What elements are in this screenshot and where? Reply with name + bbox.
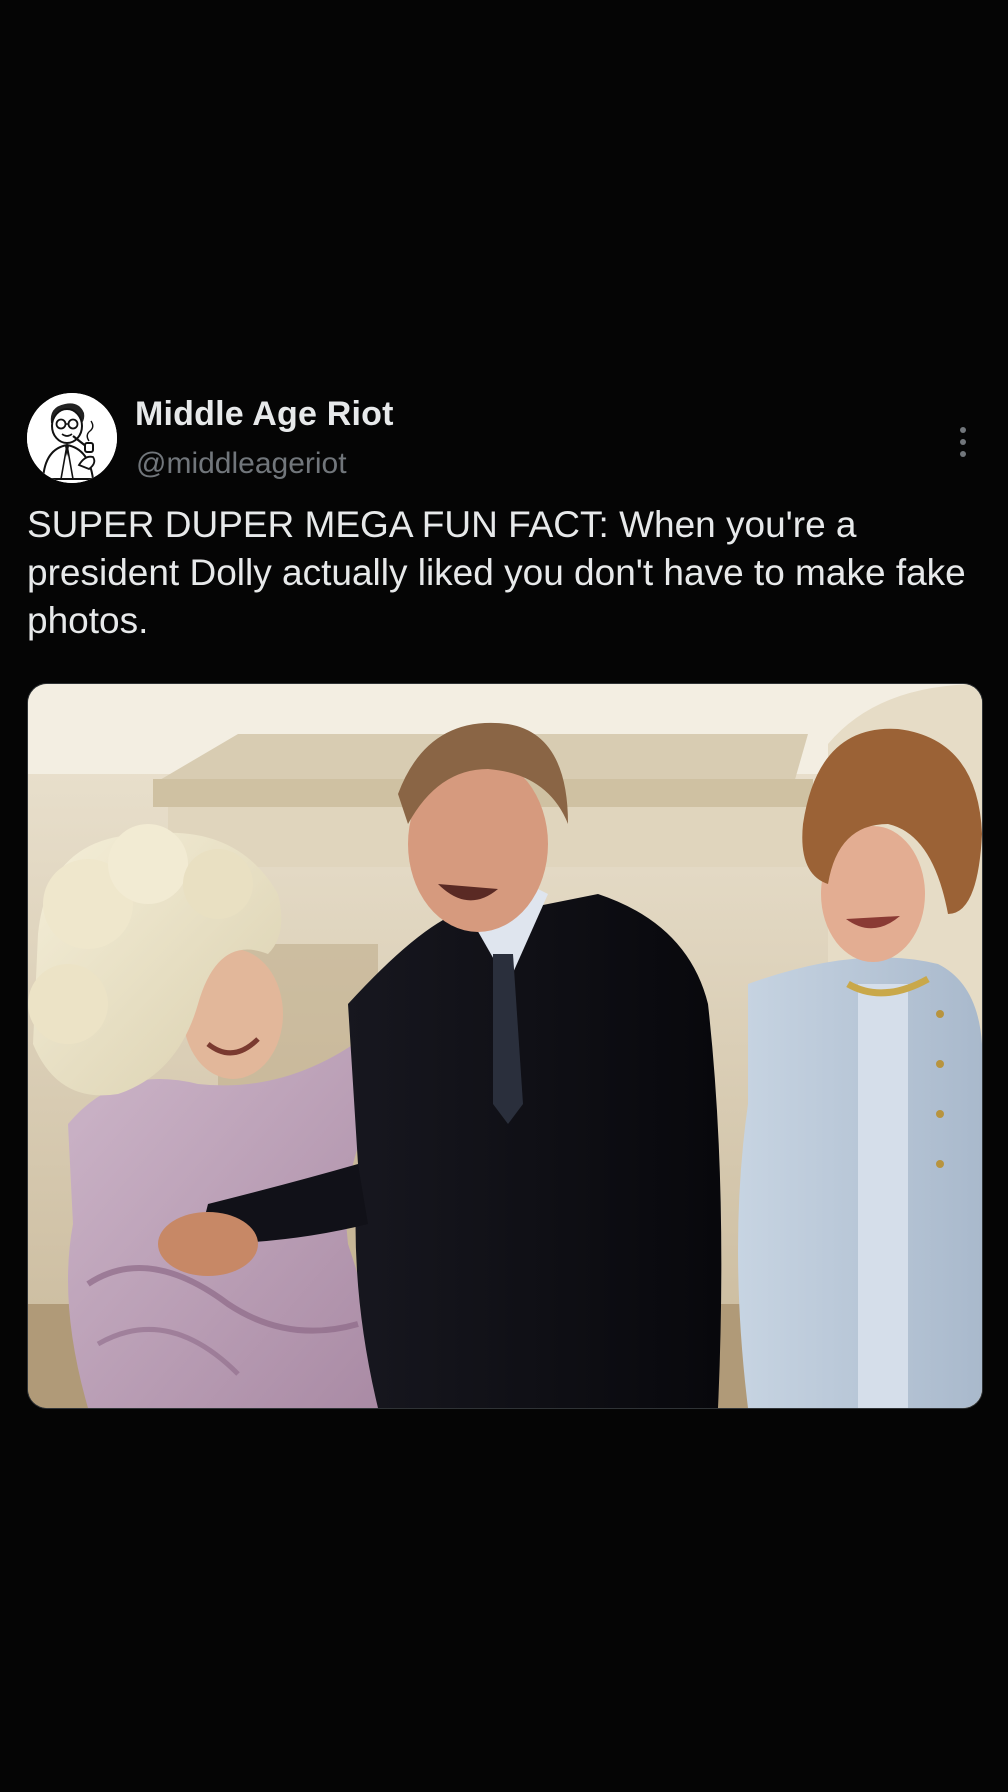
cartoon-man-with-pipe-avatar-icon [27, 393, 117, 483]
author-avatar[interactable] [27, 393, 117, 483]
vertical-ellipsis-icon [960, 427, 966, 457]
more-options-button[interactable] [948, 422, 978, 462]
author-display-name[interactable]: Middle Age Riot [135, 395, 394, 434]
tweet-photo[interactable] [27, 683, 983, 1409]
tweet-text: SUPER DUPER MEGA FUN FACT: When you're a… [27, 504, 966, 641]
author-handle[interactable]: @middleageriot [136, 447, 347, 481]
photo-image [28, 684, 982, 1408]
